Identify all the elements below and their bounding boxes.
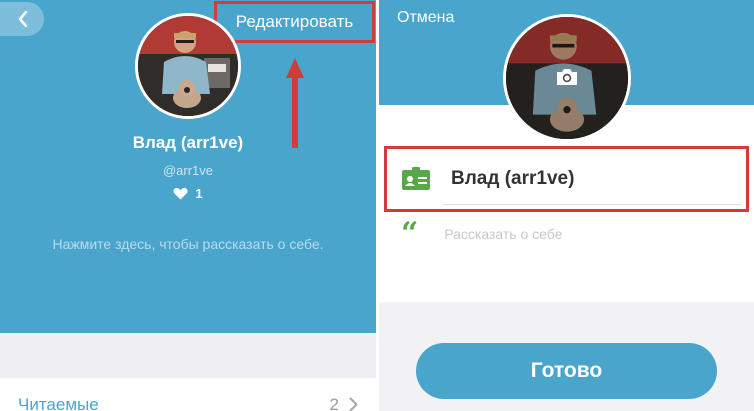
list-item-following[interactable]: Читаемые 2	[0, 378, 376, 411]
user-handle: @arr1ve	[162, 163, 214, 178]
edit-profile-link[interactable]: Редактировать	[214, 1, 375, 43]
chevron-left-icon	[18, 11, 28, 27]
bio-prompt[interactable]: Нажмите здесь, чтобы рассказать о себе.	[40, 233, 336, 255]
footer-area: Готово	[379, 302, 754, 411]
bio-field[interactable]: “ Рассказать о себе	[401, 216, 563, 251]
edit-profile-screen: Отмена Влад (arr1ve) “ Рассказать о себе…	[379, 0, 754, 411]
list-item-label: Читаемые	[18, 394, 99, 411]
chevron-right-icon	[349, 397, 358, 411]
avatar[interactable]	[135, 13, 241, 119]
section-separator	[0, 333, 376, 378]
likes-count: 1	[195, 186, 203, 201]
profile-screen: Редактировать Влад (arr1ve) @arr1ve 1 На…	[0, 0, 376, 411]
name-value: Влад (arr1ve)	[451, 168, 575, 189]
camera-icon[interactable]	[555, 67, 579, 87]
id-card-icon	[402, 167, 430, 190]
back-button[interactable]	[0, 2, 44, 36]
cancel-link[interactable]: Отмена	[397, 9, 454, 27]
bio-placeholder: Рассказать о себе	[444, 226, 563, 242]
done-button[interactable]: Готово	[416, 343, 717, 399]
user-name: Влад (arr1ve)	[132, 133, 244, 152]
likes-counter: 1	[0, 186, 376, 201]
field-divider	[443, 204, 741, 205]
quote-icon: “	[401, 216, 419, 251]
list-item-count: 2	[329, 394, 339, 411]
name-field[interactable]: Влад (arr1ve)	[384, 146, 749, 212]
heart-icon	[173, 187, 188, 200]
